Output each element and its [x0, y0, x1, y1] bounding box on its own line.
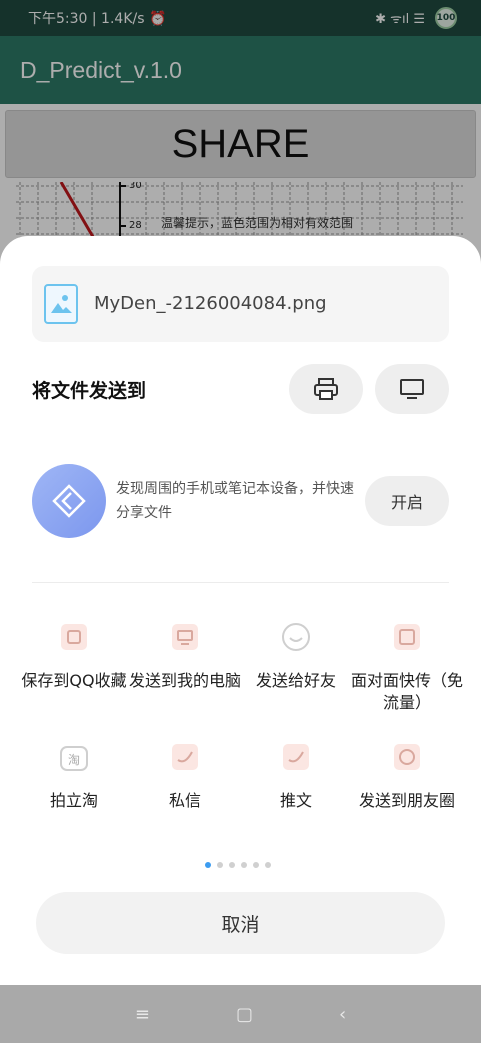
- file-name: MyDen_-2126004084.png: [94, 293, 327, 314]
- app-label: 发送给好友: [255, 671, 336, 690]
- app-send-friend[interactable]: 发送给好友: [240, 620, 352, 692]
- page-dot: [205, 862, 211, 868]
- menu-icon[interactable]: ≡: [135, 1004, 150, 1025]
- page-indicator: [205, 862, 271, 868]
- taobao-icon: 淘: [57, 740, 91, 774]
- friend-icon: [279, 620, 313, 654]
- print-button[interactable]: [289, 364, 363, 414]
- page-dot: [265, 862, 271, 868]
- my-computer-icon: [168, 620, 202, 654]
- qq-favorites-icon: [57, 620, 91, 654]
- nearby-share-icon: [32, 464, 106, 538]
- divider: [32, 582, 449, 583]
- home-icon[interactable]: ▢: [236, 1004, 253, 1025]
- moments-icon: [390, 740, 424, 774]
- file-card: MyDen_-2126004084.png: [32, 266, 449, 342]
- app-qq-favorites[interactable]: 保存到QQ收藏: [18, 620, 130, 692]
- app-label: 推文: [279, 791, 312, 810]
- printer-icon: [314, 378, 338, 400]
- nearby-share-text: 发现周围的手机或笔记本设备，并快速分享文件: [116, 481, 354, 521]
- page-dot: [229, 862, 235, 868]
- app-my-computer[interactable]: 发送到我的电脑: [129, 620, 241, 692]
- app-twitter-dm[interactable]: 私信: [129, 740, 241, 812]
- face-to-face-icon: [390, 620, 424, 654]
- app-face-to-face[interactable]: 面对面快传（免流量）: [351, 620, 463, 714]
- app-moments[interactable]: 发送到朋友圈: [351, 740, 463, 812]
- app-label: 私信: [168, 791, 201, 810]
- twitter-dm-icon: [168, 740, 202, 774]
- share-sheet: MyDen_-2126004084.png 将文件发送到 发现周围的手机或笔记本…: [0, 236, 481, 985]
- image-file-icon: [44, 284, 78, 324]
- page-dot: [217, 862, 223, 868]
- twitter-icon: [279, 740, 313, 774]
- enable-nearby-button[interactable]: 开启: [365, 476, 449, 526]
- send-to-label: 将文件发送到: [32, 380, 147, 402]
- back-icon[interactable]: ‹: [339, 1004, 346, 1025]
- cast-screen-button[interactable]: [375, 364, 449, 414]
- app-tweet[interactable]: 推文: [240, 740, 352, 812]
- app-label: 发送到我的电脑: [129, 671, 242, 690]
- navigation-bar: ≡ ▢ ‹: [0, 985, 481, 1043]
- app-taobao[interactable]: 淘 拍立淘: [18, 740, 130, 812]
- app-label: 面对面快传（免流量）: [351, 671, 464, 712]
- app-label: 拍立淘: [49, 791, 98, 810]
- svg-text:淘: 淘: [68, 753, 80, 767]
- cancel-button[interactable]: 取消: [36, 892, 445, 954]
- page-dot: [253, 862, 259, 868]
- app-label: 保存到QQ收藏: [21, 671, 127, 690]
- app-label: 发送到朋友圈: [358, 791, 455, 810]
- monitor-icon: [400, 379, 424, 399]
- page-dot: [241, 862, 247, 868]
